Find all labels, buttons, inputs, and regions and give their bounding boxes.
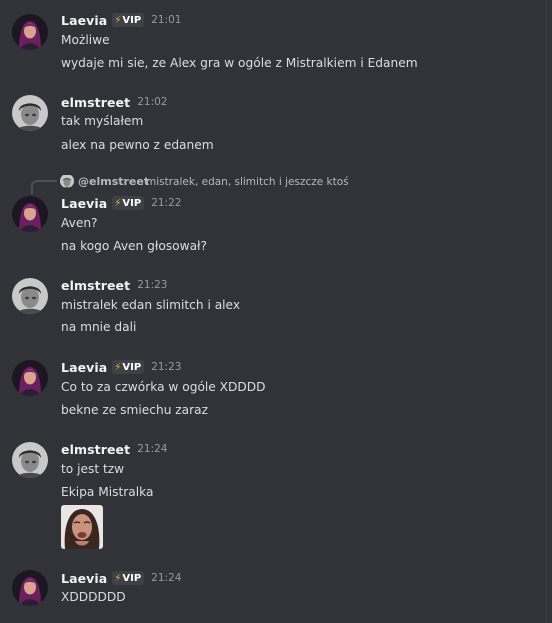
lightning-bolt-icon: ⚡	[114, 14, 122, 26]
vip-badge[interactable]: ⚡ VIP	[112, 196, 145, 210]
message-text: Co to za czwórka w ogóle XDDDD	[61, 380, 266, 394]
vip-badge[interactable]: ⚡ VIP	[112, 13, 145, 27]
message-text: na kogo Aven głosował?	[61, 239, 207, 253]
avatar[interactable]	[12, 570, 48, 606]
avatar[interactable]	[12, 360, 48, 396]
vip-badge[interactable]: ⚡ VIP	[112, 571, 145, 585]
avatar[interactable]	[12, 95, 48, 131]
username[interactable]: elmstreet	[61, 95, 130, 110]
message-text: to jest tzw	[61, 462, 125, 476]
message-text: XDDDDDD	[61, 590, 126, 604]
timestamp[interactable]: 21:22	[151, 197, 181, 209]
crying-face-sticker[interactable]	[61, 505, 103, 549]
message-text: alex na pewno z edanem	[61, 138, 214, 152]
avatar[interactable]	[12, 14, 48, 50]
reply-mention[interactable]: @elmstreet	[78, 174, 149, 190]
message-text: Możliwe	[61, 33, 110, 47]
username[interactable]: elmstreet	[61, 442, 130, 457]
lightning-bolt-icon: ⚡	[114, 197, 122, 209]
avatar[interactable]	[12, 278, 48, 314]
lightning-bolt-icon: ⚡	[114, 361, 122, 373]
timestamp[interactable]: 21:24	[151, 572, 181, 584]
timestamp[interactable]: 21:01	[151, 14, 181, 26]
timestamp[interactable]: 21:23	[151, 361, 181, 373]
message-text: na mnie dali	[61, 320, 137, 334]
message-text: Aven?	[61, 216, 98, 230]
timestamp[interactable]: 21:24	[137, 443, 167, 455]
timestamp[interactable]: 21:02	[137, 96, 167, 108]
vip-badge-label: VIP	[122, 361, 142, 373]
vip-badge-label: VIP	[122, 14, 142, 26]
reply-avatar[interactable]	[60, 174, 74, 188]
username[interactable]: Laevia	[61, 196, 107, 211]
vip-badge[interactable]: ⚡ VIP	[112, 360, 145, 374]
avatar[interactable]	[12, 442, 48, 478]
timestamp[interactable]: 21:23	[137, 279, 167, 291]
avatar[interactable]	[12, 196, 48, 232]
username[interactable]: elmstreet	[61, 278, 130, 293]
message-text: Ekipa Mistralka	[61, 485, 154, 499]
vip-badge-label: VIP	[122, 572, 142, 584]
chat-message-list[interactable]: Laevia ⚡ VIP 21:01 Możliwe wydaje mi sie,…	[0, 0, 547, 623]
message-text: wydaje mi sie, ze Alex gra w ogóle z Mis…	[61, 56, 418, 70]
reply-preview-text[interactable]: mistralek, edan, slimitch i jeszcze ktoś	[146, 174, 349, 190]
lightning-bolt-icon: ⚡	[114, 572, 122, 584]
message-text: mistralek edan slimitch i alex	[61, 298, 241, 312]
vip-badge-label: VIP	[122, 197, 142, 209]
reply-connector	[31, 180, 57, 194]
username[interactable]: Laevia	[61, 360, 107, 375]
username[interactable]: Laevia	[61, 13, 107, 28]
message-text: tak myślałem	[61, 114, 144, 128]
username[interactable]: Laevia	[61, 571, 107, 586]
message-text: bekne ze smiechu zaraz	[61, 403, 209, 417]
